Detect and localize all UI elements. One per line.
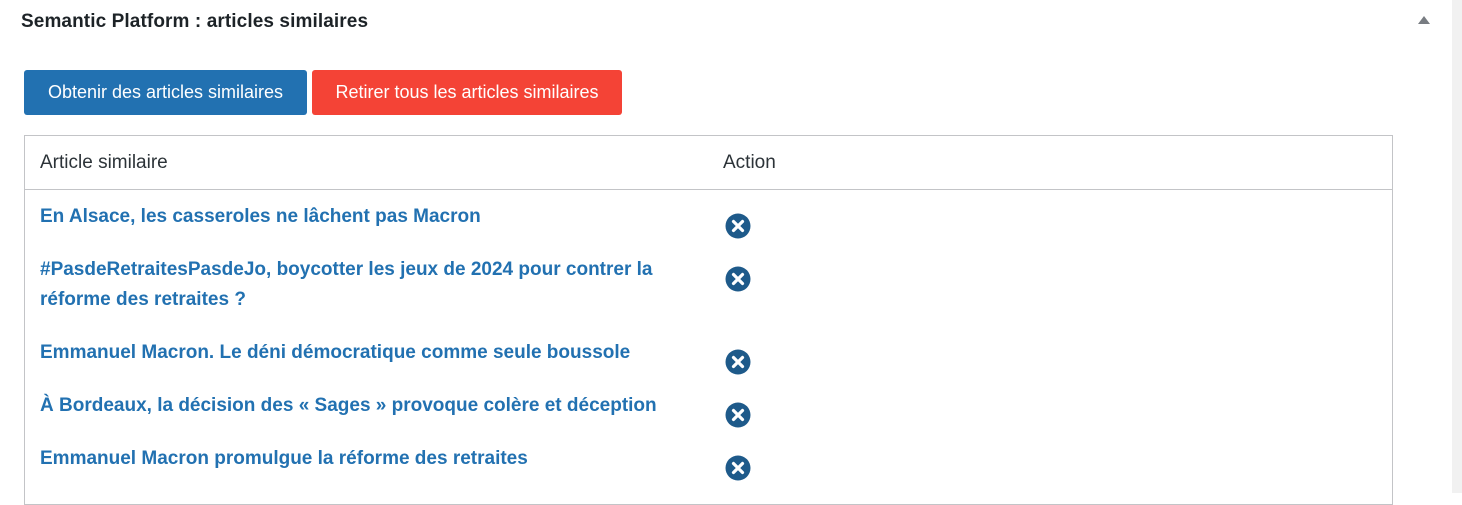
remove-circle-icon[interactable] — [725, 349, 751, 375]
remove-circle-icon[interactable] — [725, 455, 751, 481]
article-link[interactable]: Emmanuel Macron promulgue la réforme des… — [40, 444, 670, 474]
similar-articles-panel: Semantic Platform : articles similaires … — [0, 0, 1452, 505]
scrollbar-track[interactable] — [1452, 0, 1462, 493]
remove-all-similar-articles-button[interactable]: Retirer tous les articles similaires — [312, 70, 622, 115]
article-link[interactable]: En Alsace, les casseroles ne lâchent pas… — [40, 202, 670, 232]
column-header-action: Action — [723, 152, 776, 173]
article-link[interactable]: #PasdeRetraitesPasdeJo, boycotter les je… — [40, 255, 670, 315]
article-link[interactable]: À Bordeaux, la décision des « Sages » pr… — [40, 391, 670, 421]
column-header-article: Article similaire — [40, 152, 168, 173]
triangle-up-icon[interactable] — [1414, 10, 1434, 30]
similar-articles-table: Article similaire Action En Alsace, les … — [24, 135, 1393, 505]
table-header: Article similaire Action — [25, 136, 1392, 190]
remove-circle-icon[interactable] — [725, 266, 751, 292]
remove-circle-icon[interactable] — [725, 213, 751, 239]
remove-circle-icon[interactable] — [725, 402, 751, 428]
panel-title: Semantic Platform : articles similaires — [21, 11, 369, 32]
panel-header[interactable]: Semantic Platform : articles similaires — [0, 0, 1452, 48]
get-similar-articles-button[interactable]: Obtenir des articles similaires — [24, 70, 307, 115]
article-link[interactable]: Emmanuel Macron. Le déni démocratique co… — [40, 338, 670, 368]
